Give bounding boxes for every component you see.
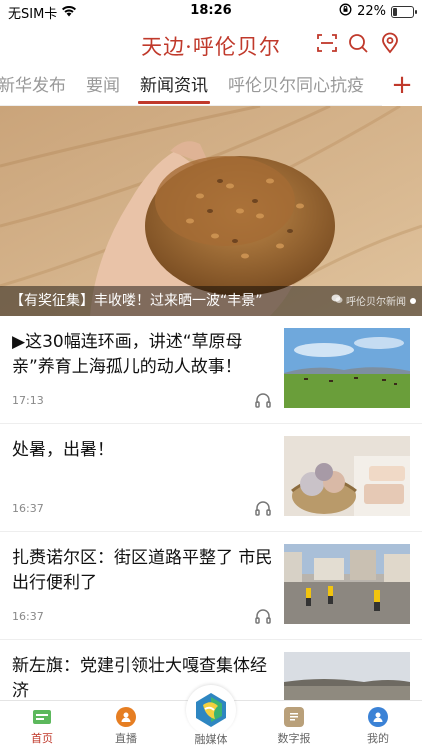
profile-icon bbox=[368, 707, 388, 727]
news-title: 处暑，出暑！ bbox=[12, 440, 114, 460]
news-thumbnail bbox=[284, 328, 410, 408]
news-thumbnail bbox=[284, 544, 410, 624]
location-icon[interactable] bbox=[379, 32, 401, 54]
newspaper-icon bbox=[284, 707, 304, 727]
tab-newspaper[interactable]: 数字报 bbox=[259, 707, 329, 746]
add-channel-button[interactable]: + bbox=[382, 66, 422, 106]
scan-icon[interactable] bbox=[316, 32, 338, 54]
headphone-icon[interactable] bbox=[254, 499, 272, 517]
tab-media-label: 融媒体 bbox=[194, 733, 228, 746]
banner-carousel[interactable]: 【有奖征集】丰收喽！过来晒一波“丰景” 呼伦贝尔新闻 bbox=[0, 106, 422, 316]
headphone-icon[interactable] bbox=[254, 607, 272, 625]
orientation-lock-icon bbox=[339, 3, 352, 20]
news-item[interactable]: 扎赉诺尔区：街区道路平整了 市民出行便利了 16:37 bbox=[0, 532, 422, 640]
bottom-tab-bar: 首页 直播 融媒体 数字报 我的 bbox=[0, 685, 422, 750]
tab-home[interactable]: 首页 bbox=[7, 707, 77, 746]
news-time: 16:37 bbox=[12, 502, 44, 515]
carousel-indicator bbox=[410, 298, 416, 304]
battery-fill bbox=[393, 7, 398, 16]
tab-anti-epidemic[interactable]: 呼伦贝尔同心抗疫 bbox=[218, 66, 374, 105]
wechat-icon bbox=[331, 294, 343, 307]
news-title: ▶这30幅连环画，讲述“草原母亲”养育上海孤儿的动人故事！ bbox=[12, 332, 243, 377]
tab-headlines[interactable]: 要闻 bbox=[76, 66, 130, 105]
banner-source: 呼伦贝尔新闻 bbox=[331, 293, 406, 308]
tab-media-button[interactable] bbox=[186, 685, 236, 735]
live-icon bbox=[116, 707, 136, 727]
search-icon[interactable] bbox=[347, 32, 369, 54]
tab-profile-label: 我的 bbox=[367, 732, 389, 745]
home-icon bbox=[32, 707, 52, 727]
banner-source-label: 呼伦贝尔新闻 bbox=[346, 297, 406, 308]
tab-xinhua[interactable]: 新华发布 bbox=[0, 66, 76, 105]
battery-icon bbox=[391, 5, 417, 18]
tab-news[interactable]: 新闻资讯 bbox=[130, 66, 218, 105]
tab-newspaper-label: 数字报 bbox=[277, 732, 311, 745]
tab-profile[interactable]: 我的 bbox=[343, 707, 413, 746]
headphone-icon[interactable] bbox=[254, 391, 272, 409]
battery-percent: 22% bbox=[357, 4, 386, 19]
status-right: 22% bbox=[339, 3, 417, 20]
media-logo-icon bbox=[196, 693, 226, 727]
news-item[interactable]: 处暑，出暑！ 16:37 bbox=[0, 424, 422, 532]
tab-live-label: 直播 bbox=[115, 732, 137, 745]
news-time: 16:37 bbox=[12, 610, 44, 623]
status-bar: 无SIM卡 18:26 22% bbox=[0, 0, 422, 22]
header: 天边·呼伦贝尔 bbox=[0, 22, 422, 66]
news-time: 17:13 bbox=[12, 394, 44, 407]
tab-home-label: 首页 bbox=[31, 732, 53, 745]
news-thumbnail bbox=[284, 436, 410, 516]
tab-live[interactable]: 直播 bbox=[91, 707, 161, 746]
news-item[interactable]: ▶这30幅连环画，讲述“草原母亲”养育上海孤儿的动人故事！ 17:13 bbox=[0, 316, 422, 424]
banner-image bbox=[0, 106, 422, 316]
channel-tabs: 新华发布 要闻 新闻资讯 呼伦贝尔同心抗疫 bbox=[0, 66, 422, 106]
news-title: 新左旗：党建引领壮大嘎查集体经济 bbox=[12, 656, 267, 701]
news-title: 扎赉诺尔区：街区道路平整了 市民出行便利了 bbox=[12, 548, 273, 593]
